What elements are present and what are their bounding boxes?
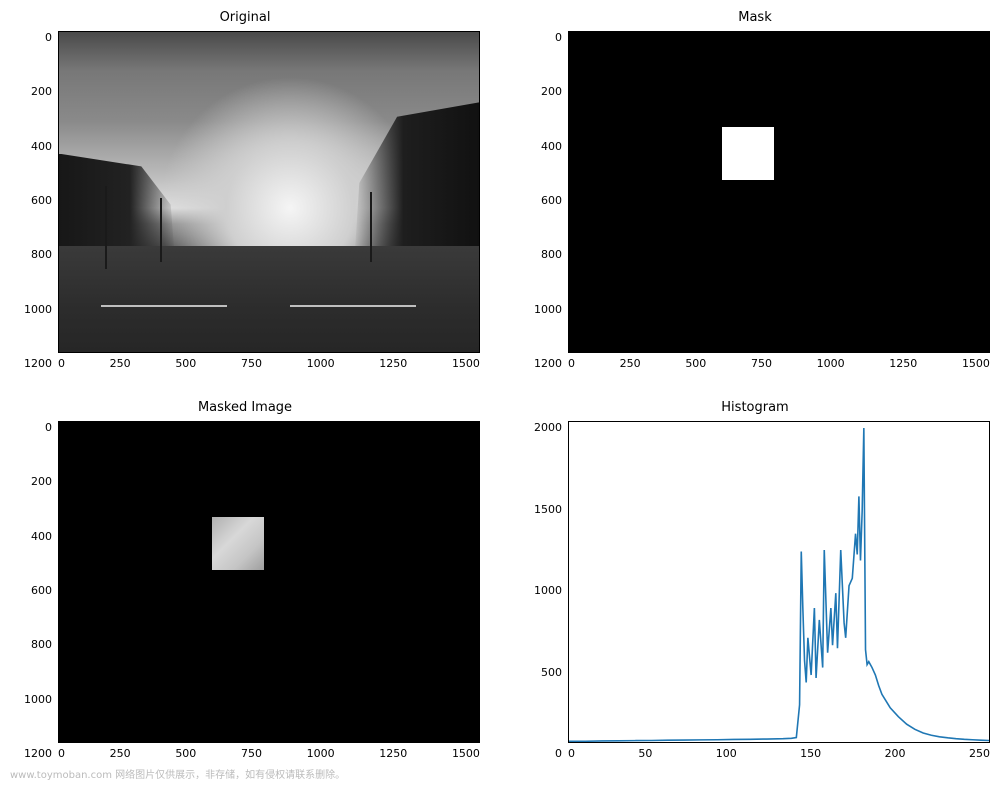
tick-label: 1250 (889, 357, 917, 370)
tick-label: 750 (241, 357, 262, 370)
xaxis-original: 0 250 500 750 1000 1250 1500 (58, 353, 480, 370)
tick-label: 750 (751, 357, 772, 370)
axes-histogram (568, 421, 990, 743)
tick-label: 200 (31, 475, 52, 488)
title-original: Original (10, 10, 480, 25)
masked-image (59, 422, 479, 742)
tick-label: 500 (175, 357, 196, 370)
tick-label: 0 (568, 747, 575, 760)
mask-image (569, 32, 989, 352)
tick-label: 1200 (534, 357, 562, 370)
title-mask: Mask (520, 10, 990, 25)
title-masked: Masked Image (10, 400, 480, 415)
tick-label: 0 (58, 357, 65, 370)
tick-label: 50 (638, 747, 652, 760)
tick-label: 100 (716, 747, 737, 760)
tick-label: 1500 (452, 357, 480, 370)
xaxis-histogram: 0 50 100 150 200 250 (568, 743, 990, 760)
tick-label: 1000 (534, 584, 562, 597)
yaxis-original: 0 200 400 600 800 1000 1200 (10, 31, 58, 370)
masked-visible-rect (212, 517, 264, 570)
tick-label: 400 (31, 140, 52, 153)
tick-label: 250 (110, 747, 131, 760)
histogram-line (569, 422, 989, 742)
tick-label: 500 (541, 666, 562, 679)
watermark-text: www.toymoban.com 网络图片仅供展示，非存储，如有侵权请联系删除。 (10, 766, 990, 781)
tick-label: 1000 (817, 357, 845, 370)
subplot-masked: Masked Image 0 200 400 600 800 1000 1200 0 250 5… (10, 400, 480, 760)
tick-label: 600 (31, 194, 52, 207)
tick-label: 800 (31, 248, 52, 261)
tick-label: 1500 (534, 503, 562, 516)
tick-label: 1000 (534, 303, 562, 316)
tick-label: 2000 (534, 421, 562, 434)
tick-label: 400 (541, 140, 562, 153)
yaxis-histogram: 2000 1500 1000 500 0 (520, 421, 568, 760)
tick-label: 600 (31, 584, 52, 597)
mask-white-rect (722, 127, 774, 180)
tick-label: 0 (45, 421, 52, 434)
tick-label: 250 (969, 747, 990, 760)
axes-original (58, 31, 480, 353)
title-histogram: Histogram (520, 400, 990, 415)
axes-mask (568, 31, 990, 353)
tick-label: 400 (31, 530, 52, 543)
subplot-mask: Mask 0 200 400 600 800 1000 1200 0 250 500 750 100… (520, 10, 990, 370)
axes-masked (58, 421, 480, 743)
figure: Original 020040060080010001200 (10, 10, 990, 760)
tick-label: 1250 (379, 747, 407, 760)
tick-label: 0 (45, 31, 52, 44)
tick-label: 1200 (24, 747, 52, 760)
tick-label: 0 (555, 31, 562, 44)
tick-label: 200 (31, 85, 52, 98)
tick-label: 1250 (379, 357, 407, 370)
tick-label: 1500 (452, 747, 480, 760)
tick-label: 1500 (962, 357, 990, 370)
tick-label: 0 (58, 747, 65, 760)
tick-label: 600 (541, 194, 562, 207)
subplot-original: Original 0 200 400 600 800 1000 1200 (10, 10, 480, 370)
yaxis-mask: 0 200 400 600 800 1000 1200 (520, 31, 568, 370)
tick-label: 250 (620, 357, 641, 370)
original-image (59, 32, 479, 352)
subplot-histogram: Histogram 2000 1500 1000 500 0 0 50 100 150 200 2… (520, 400, 990, 760)
tick-label: 500 (175, 747, 196, 760)
tick-label: 1000 (307, 747, 335, 760)
xaxis-masked: 0 250 500 750 1000 1250 1500 (58, 743, 480, 760)
tick-label: 1200 (24, 357, 52, 370)
tick-label: 150 (800, 747, 821, 760)
tick-label: 800 (31, 638, 52, 651)
tick-label: 500 (685, 357, 706, 370)
xaxis-mask: 0 250 500 750 1000 1250 1500 (568, 353, 990, 370)
tick-label: 800 (541, 248, 562, 261)
yaxis-masked: 0 200 400 600 800 1000 1200 (10, 421, 58, 760)
tick-label: 1000 (307, 357, 335, 370)
tick-label: 200 (885, 747, 906, 760)
tick-label: 250 (110, 357, 131, 370)
tick-label: 200 (541, 85, 562, 98)
tick-label: 1000 (24, 693, 52, 706)
tick-label: 0 (555, 747, 562, 760)
tick-label: 0 (568, 357, 575, 370)
tick-label: 1000 (24, 303, 52, 316)
tick-label: 750 (241, 747, 262, 760)
